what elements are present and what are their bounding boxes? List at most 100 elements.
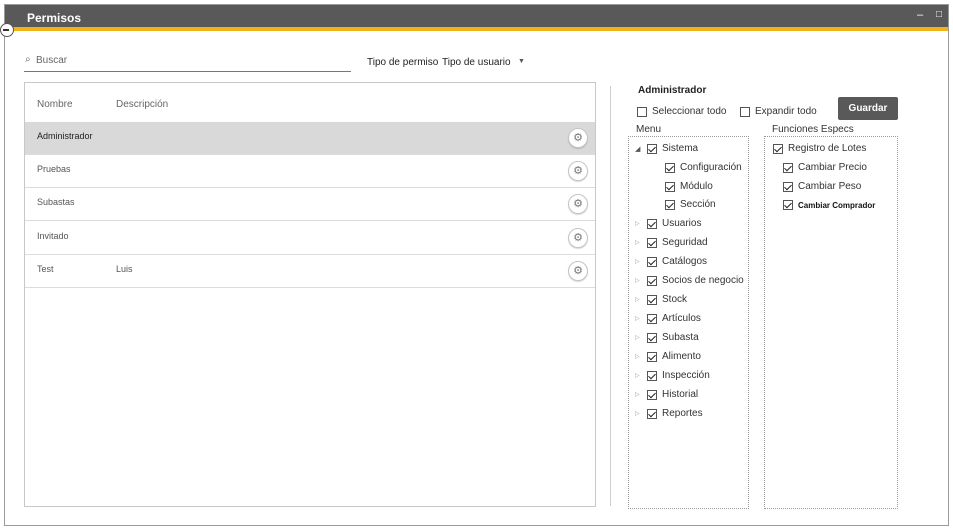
cell-nombre: Subastas <box>37 197 75 207</box>
tree-node-seguridad[interactable]: ▷ Seguridad <box>635 237 708 248</box>
table-row[interactable]: Subastas ⚙ <box>25 188 595 221</box>
tree-node-label: Usuarios <box>662 218 702 229</box>
tree-node-label: Módulo <box>680 181 713 192</box>
tree-node-label: Artículos <box>662 313 701 324</box>
checkbox-icon[interactable] <box>647 218 657 229</box>
gear-icon[interactable]: ⚙ <box>568 128 588 148</box>
expand-all-checkbox[interactable]: Expandir todo <box>740 106 817 117</box>
tipo-permiso-select[interactable]: Tipo de usuario ▼ <box>440 51 528 71</box>
expand-all-label: Expandir todo <box>755 106 817 117</box>
tree-node-label: Inspección <box>662 370 710 381</box>
expand-arrow-icon[interactable]: ▷ <box>635 410 645 417</box>
function-item-cambiar-comprador[interactable]: Cambiar Comprador <box>783 200 875 210</box>
function-item-registro-lotes[interactable]: Registro de Lotes <box>773 143 866 154</box>
expand-arrow-icon[interactable]: ▷ <box>635 391 645 398</box>
checkbox-icon[interactable] <box>783 181 793 192</box>
expand-arrow-icon[interactable]: ▷ <box>635 220 645 227</box>
expand-arrow-icon[interactable]: ▷ <box>635 296 645 303</box>
tree-node-usuarios[interactable]: ▷ Usuarios <box>635 218 701 229</box>
checkbox-icon[interactable] <box>647 275 657 286</box>
function-item-cambiar-peso[interactable]: Cambiar Peso <box>783 181 861 192</box>
select-all-label: Seleccionar todo <box>652 106 727 117</box>
gear-icon[interactable]: ⚙ <box>568 228 588 248</box>
maximize-button[interactable]: □ <box>932 8 946 22</box>
expand-arrow-icon[interactable]: ◢ <box>635 145 645 153</box>
collapse-handle-icon[interactable] <box>0 23 14 37</box>
search-icon: ⌕ <box>25 54 31 65</box>
tree-node-inspeccion[interactable]: ▷ Inspección <box>635 370 710 381</box>
tree-node-configuracion[interactable]: Configuración <box>665 162 742 173</box>
table-row[interactable]: Invitado ⚙ <box>25 222 595 255</box>
function-label: Registro de Lotes <box>788 143 867 154</box>
checkbox-icon[interactable] <box>740 106 750 117</box>
expand-arrow-icon[interactable]: ▷ <box>635 353 645 360</box>
cell-nombre: Administrador <box>37 131 93 141</box>
table-row[interactable]: Pruebas ⚙ <box>25 155 595 188</box>
expand-arrow-icon[interactable]: ▷ <box>635 372 645 379</box>
function-label: Cambiar Precio <box>798 162 867 173</box>
tree-node-label: Socios de negocio <box>662 275 744 286</box>
tree-node-subasta[interactable]: ▷ Subasta <box>635 332 699 343</box>
cell-nombre: Test <box>37 264 54 274</box>
tree-node-label: Configuración <box>680 162 742 173</box>
checkbox-icon[interactable] <box>665 162 675 173</box>
functions-column-label: Funciones Especs <box>772 124 854 135</box>
checkbox-icon[interactable] <box>647 294 657 305</box>
cell-nombre: Pruebas <box>37 164 71 174</box>
tipo-permiso-label: Tipo de permiso <box>367 57 439 68</box>
select-all-checkbox[interactable]: Seleccionar todo <box>637 106 727 117</box>
function-item-cambiar-precio[interactable]: Cambiar Precio <box>783 162 867 173</box>
gear-icon[interactable]: ⚙ <box>568 161 588 181</box>
panel-divider <box>610 86 611 506</box>
tree-node-catalogos[interactable]: ▷ Catálogos <box>635 256 707 267</box>
tree-node-seccion[interactable]: Sección <box>665 199 716 210</box>
expand-arrow-icon[interactable]: ▷ <box>635 315 645 322</box>
minimize-button[interactable]: – <box>913 8 927 22</box>
checkbox-icon[interactable] <box>647 351 657 362</box>
tree-node-alimento[interactable]: ▷ Alimento <box>635 351 701 362</box>
checkbox-icon[interactable] <box>647 370 657 381</box>
tree-node-socios[interactable]: ▷ Socios de negocio <box>635 275 744 286</box>
tree-node-label: Seguridad <box>662 237 708 248</box>
save-button[interactable]: Guardar <box>838 97 898 120</box>
checkbox-icon[interactable] <box>783 200 793 210</box>
chevron-down-icon: ▼ <box>518 58 525 65</box>
tree-node-label: Catálogos <box>662 256 708 267</box>
expand-arrow-icon[interactable]: ▷ <box>635 258 645 265</box>
expand-arrow-icon[interactable]: ▷ <box>635 277 645 284</box>
checkbox-icon[interactable] <box>647 237 657 248</box>
tree-node-sistema[interactable]: ◢ Sistema <box>635 143 698 154</box>
checkbox-icon[interactable] <box>647 256 657 267</box>
menu-tree: ◢ Sistema Configuración Módulo Sección ▷… <box>628 136 749 509</box>
tree-node-label: Reportes <box>662 408 703 419</box>
menu-column-label: Menu <box>636 124 662 135</box>
checkbox-icon[interactable] <box>637 106 647 117</box>
tree-node-modulo[interactable]: Módulo <box>665 181 713 192</box>
checkbox-icon[interactable] <box>647 332 657 343</box>
search-field[interactable]: ⌕ <box>24 50 351 72</box>
checkbox-icon[interactable] <box>773 143 783 154</box>
expand-arrow-icon[interactable]: ▷ <box>635 334 645 341</box>
gear-icon[interactable]: ⚙ <box>568 261 588 281</box>
search-input[interactable] <box>36 52 336 68</box>
tree-node-historial[interactable]: ▷ Historial <box>635 389 698 400</box>
column-header-descripcion[interactable]: Descripción <box>116 99 168 110</box>
checkbox-icon[interactable] <box>665 199 675 210</box>
tree-node-articulos[interactable]: ▷ Artículos <box>635 313 701 324</box>
column-header-nombre[interactable]: Nombre <box>37 99 73 110</box>
checkbox-icon[interactable] <box>647 313 657 324</box>
tree-node-stock[interactable]: ▷ Stock <box>635 294 687 305</box>
gear-icon[interactable]: ⚙ <box>568 194 588 214</box>
table-row[interactable]: Test Luis ⚙ <box>25 255 595 288</box>
checkbox-icon[interactable] <box>647 143 657 154</box>
tipo-permiso-value: Tipo de usuario <box>442 57 511 68</box>
table-row[interactable]: Administrador ⚙ <box>25 122 595 155</box>
checkbox-icon[interactable] <box>647 389 657 400</box>
checkbox-icon[interactable] <box>665 181 675 192</box>
expand-arrow-icon[interactable]: ▷ <box>635 239 645 246</box>
function-label: Cambiar Comprador <box>798 200 876 210</box>
tree-node-label: Historial <box>662 389 699 400</box>
checkbox-icon[interactable] <box>647 408 657 419</box>
tree-node-reportes[interactable]: ▷ Reportes <box>635 408 703 419</box>
checkbox-icon[interactable] <box>783 162 793 173</box>
